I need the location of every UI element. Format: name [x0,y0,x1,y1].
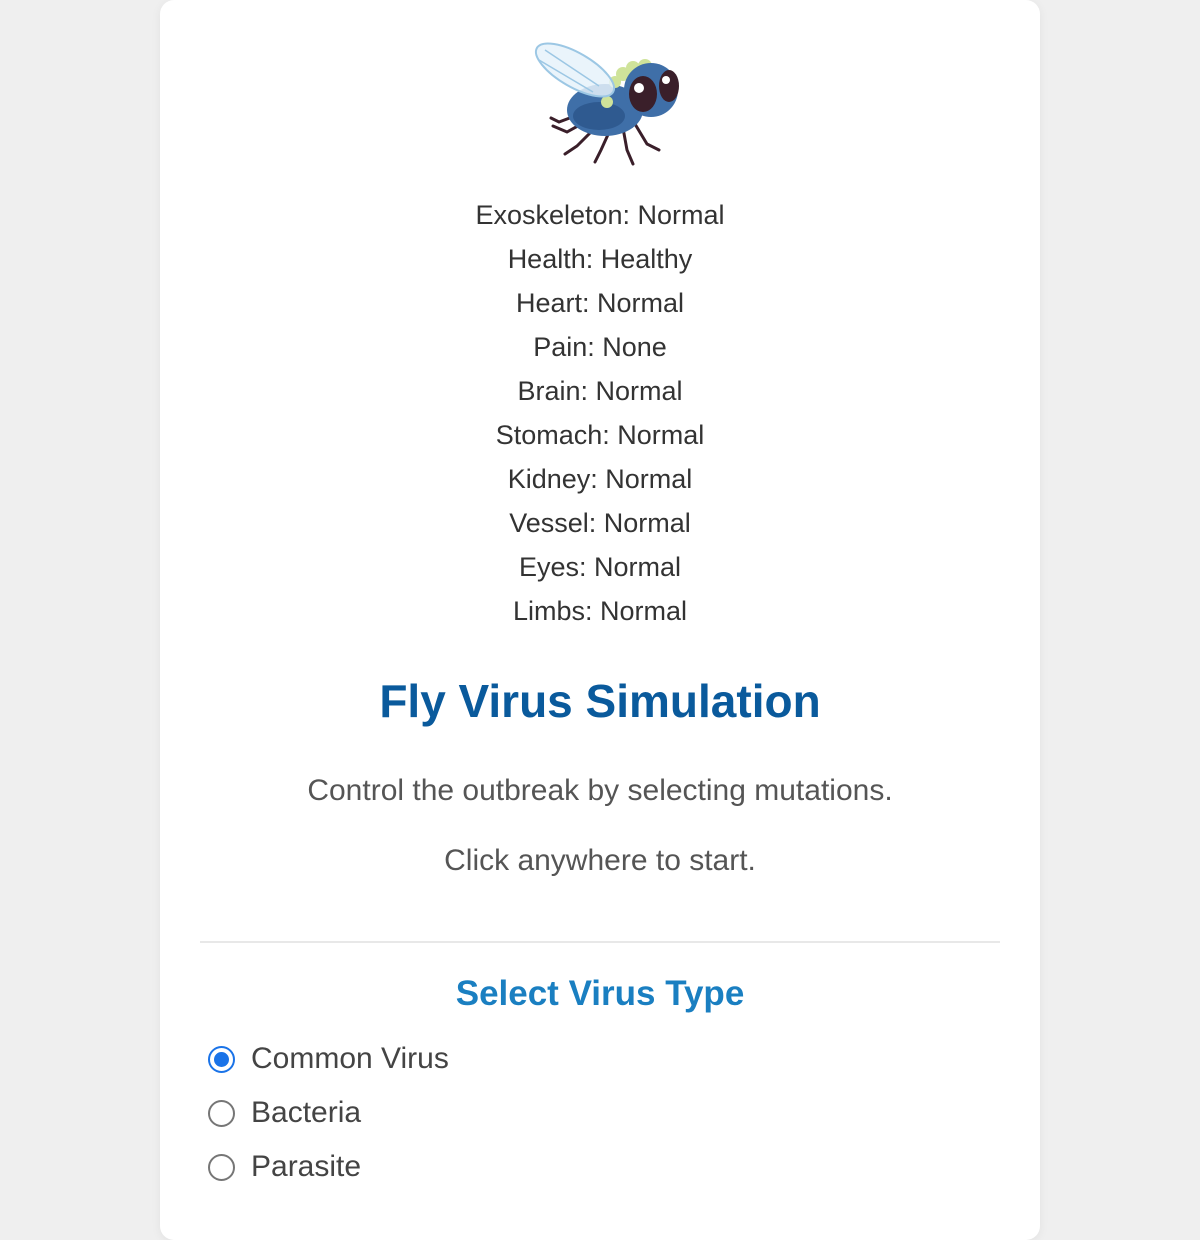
radio-bacteria[interactable] [208,1099,235,1127]
page-title: Fly Virus Simulation [379,675,821,727]
option-parasite[interactable]: Parasite [208,1140,449,1194]
option-bacteria[interactable]: Bacteria [208,1086,449,1140]
start-instruction: Click anywhere to start. [444,844,756,877]
option-label: Parasite [251,1150,362,1183]
stat-pain: Pain: None [533,332,667,362]
stat-health: Health: Healthy [507,244,693,274]
stat-vessel: Vessel: Normal [509,508,691,538]
stat-limbs: Limbs: Normal [512,596,688,626]
option-label: Common Virus [251,1042,449,1075]
radio-parasite[interactable] [208,1153,235,1181]
simulation-card[interactable]: Exoskeleton: Normal Health: Healthy Hear… [160,0,1040,1240]
stat-heart: Heart: Normal [515,288,685,318]
subtitle: Control the outbreak by selecting mutati… [307,774,893,807]
radio-common-virus[interactable] [208,1045,235,1073]
virus-type-heading: Select Virus Type [455,974,745,1013]
stat-eyes: Eyes: Normal [518,552,682,582]
stat-exoskeleton: Exoskeleton: Normal [475,200,725,230]
fly-illustration [534,42,679,166]
fly-stats-list: Exoskeleton: Normal Health: Healthy Hear… [160,194,1040,634]
stat-brain: Brain: Normal [517,376,683,406]
fly-icon [515,30,695,170]
stat-stomach: Stomach: Normal [495,420,705,450]
divider [200,941,1000,943]
stat-kidney: Kidney: Normal [507,464,693,494]
virus-type-options: Common Virus Bacteria Parasite [208,1032,449,1194]
option-label: Bacteria [251,1096,362,1129]
option-common-virus[interactable]: Common Virus [208,1032,449,1086]
